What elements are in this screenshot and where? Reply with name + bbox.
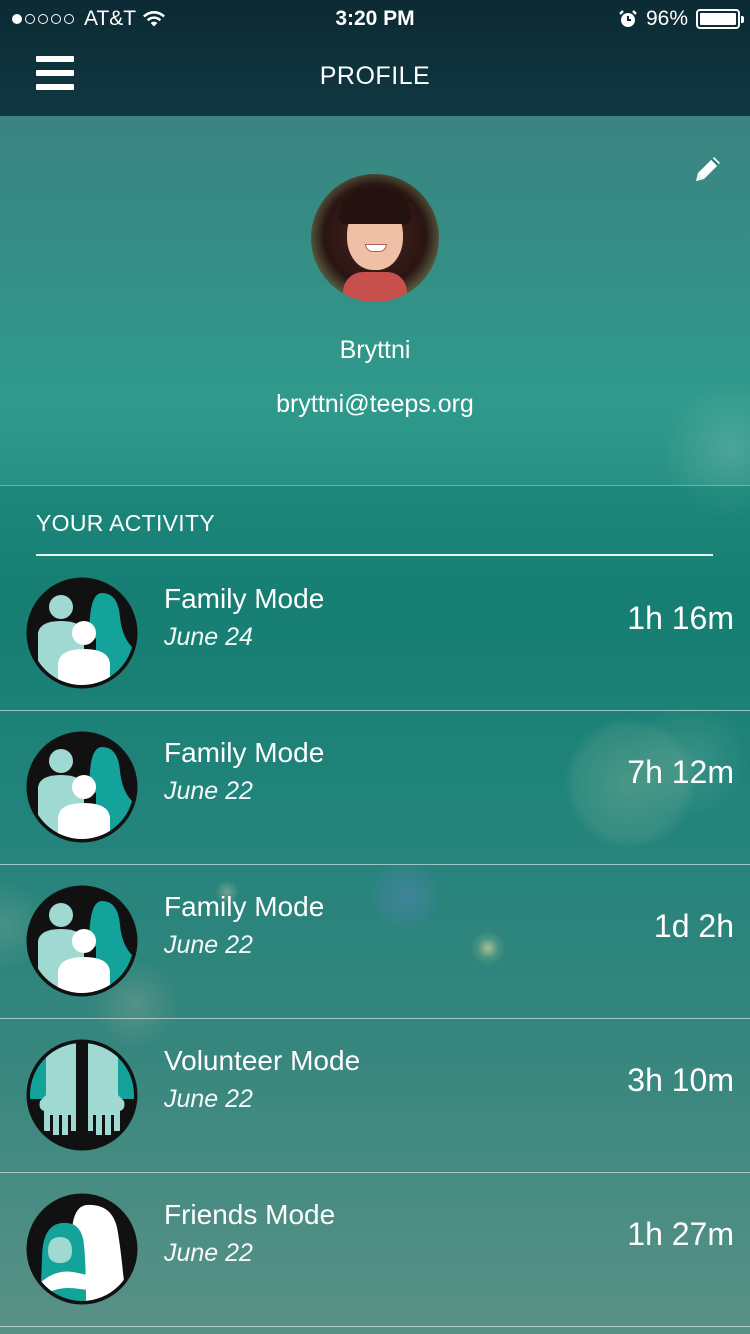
activity-date: June 22 — [164, 1239, 253, 1267]
profile-header: Bryttni bryttni@teeps.org — [0, 116, 750, 485]
activity-duration: 7h 12m — [627, 754, 734, 790]
status-bar: AT&T 3:20 PM 96% — [0, 0, 750, 40]
top-bar: AT&T 3:20 PM 96% PROFILE — [0, 0, 750, 116]
page-title: PROFILE — [319, 62, 431, 90]
alarm-clock-icon — [619, 10, 637, 27]
volunteer-hands-icon — [26, 1039, 138, 1151]
activity-section-title: YOUR ACTIVITY — [36, 510, 215, 536]
activity-mode: Family Mode — [164, 583, 325, 614]
activity-section: YOUR ACTIVITY Family Mode June 24 1h 16m… — [0, 485, 750, 1334]
battery-icon — [696, 9, 744, 29]
activity-list: Family Mode June 24 1h 16m Family Mode J… — [0, 557, 750, 1327]
family-icon — [26, 577, 138, 689]
activity-date: June 24 — [164, 623, 253, 651]
activity-item[interactable]: Friends Mode June 22 1h 27m — [0, 1173, 750, 1327]
activity-mode: Volunteer Mode — [164, 1045, 361, 1076]
pencil-icon[interactable] — [690, 151, 726, 187]
battery-percent: 96% — [645, 7, 688, 30]
activity-duration: 1d 2h — [653, 908, 734, 944]
activity-duration: 1h 27m — [627, 1216, 734, 1252]
activity-date: June 22 — [164, 931, 253, 959]
navigation-bar: PROFILE — [0, 40, 750, 116]
activity-mode: Friends Mode — [164, 1199, 336, 1230]
activity-mode: Family Mode — [164, 891, 325, 922]
activity-duration: 1h 16m — [627, 600, 734, 636]
activity-date: June 22 — [164, 1085, 253, 1113]
family-icon — [26, 731, 138, 843]
divider — [36, 554, 713, 556]
activity-item[interactable]: Volunteer Mode June 22 3h 10m — [0, 1019, 750, 1173]
activity-item[interactable]: Family Mode June 22 1d 2h — [0, 865, 750, 1019]
activity-item[interactable]: Family Mode June 24 1h 16m — [0, 557, 750, 711]
activity-date: June 22 — [164, 777, 253, 805]
family-icon — [26, 885, 138, 997]
avatar[interactable] — [311, 174, 439, 302]
activity-mode: Family Mode — [164, 737, 325, 768]
profile-name: Bryttni — [339, 336, 411, 364]
friends-icon — [26, 1193, 138, 1305]
activity-item[interactable]: Family Mode June 22 7h 12m — [0, 711, 750, 865]
profile-email: bryttni@teeps.org — [276, 390, 474, 418]
activity-duration: 3h 10m — [627, 1062, 734, 1098]
